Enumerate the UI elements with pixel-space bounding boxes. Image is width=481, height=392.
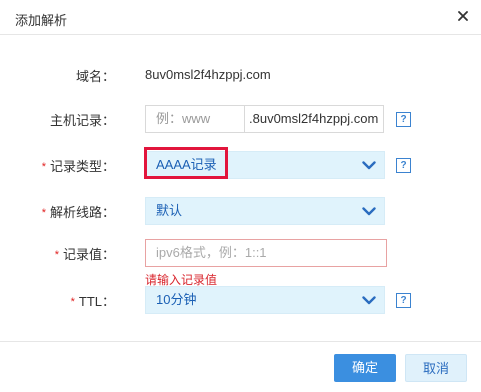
ttl-help-icon[interactable]: ? (396, 293, 411, 308)
record-type-label: 记录类型： (49, 158, 115, 174)
host-row: 主机记录： 例：www .8uv0msl2f4hzppj.com ? (0, 104, 481, 134)
chevron-down-icon (362, 159, 376, 171)
required-mark: * (70, 296, 75, 308)
host-input[interactable]: 例：www (145, 105, 245, 133)
required-mark: * (54, 249, 59, 261)
required-mark: * (41, 161, 46, 173)
ttl-row: * TTL： 10分钟 ? (0, 285, 481, 315)
chevron-down-icon (362, 205, 376, 217)
record-type-value: AAAA记录 (156, 157, 217, 172)
domain-value: 8uv0msl2f4hzppj.com (145, 67, 271, 82)
dialog-footer: 确定 取消 (0, 341, 481, 392)
ttl-select[interactable]: 10分钟 (145, 286, 385, 314)
record-type-row: * 记录类型： AAAA记录 ? (0, 147, 481, 180)
domain-label: 域名： (75, 68, 115, 84)
record-type-select[interactable]: AAAA记录 (145, 151, 385, 179)
close-icon[interactable] (455, 8, 471, 24)
chevron-down-icon (362, 294, 376, 306)
record-type-help-icon[interactable]: ? (396, 158, 411, 173)
confirm-button[interactable]: 确定 (334, 354, 396, 382)
record-value-label: 记录值： (62, 246, 115, 262)
required-mark: * (41, 207, 46, 219)
domain-suffix: .8uv0msl2f4hzppj.com (245, 105, 384, 133)
ttl-label: TTL： (78, 293, 115, 309)
host-help-icon[interactable]: ? (396, 112, 411, 127)
dialog-title: 添加解析 (15, 13, 68, 28)
line-value: 默认 (156, 203, 183, 218)
line-row: * 解析线路： 默认 (0, 196, 481, 226)
dialog-header: 添加解析 (0, 0, 481, 35)
line-label: 解析线路： (49, 204, 115, 220)
record-value-row: * 记录值： ipv6格式，例：1::1 (0, 238, 481, 268)
cancel-button[interactable]: 取消 (405, 354, 467, 382)
ttl-value: 10分钟 (156, 292, 197, 307)
add-record-dialog: 添加解析 域名： 8uv0msl2f4hzppj.com 主机记录： 例：www… (0, 0, 481, 392)
line-select[interactable]: 默认 (145, 197, 385, 225)
record-value-input[interactable]: ipv6格式，例：1::1 (145, 239, 387, 267)
host-label: 主机记录： (49, 112, 115, 128)
domain-row: 域名： 8uv0msl2f4hzppj.com (0, 60, 481, 90)
